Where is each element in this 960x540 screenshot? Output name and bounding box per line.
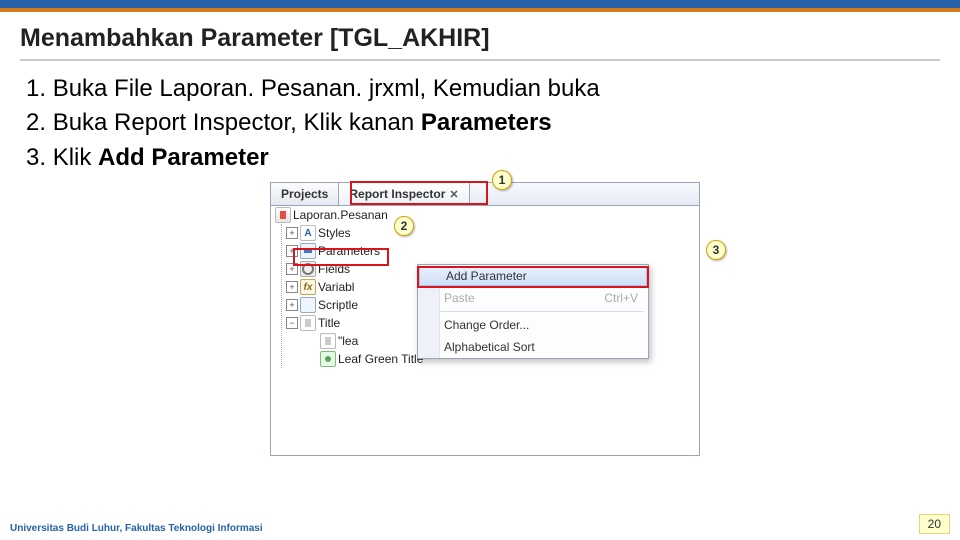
node-label: Scriptle [318,298,358,312]
leaf-icon [320,351,336,367]
expand-icon[interactable]: + [286,227,298,239]
screenshot: Projects Report Inspector ✕ Laporan.Pesa… [270,182,700,456]
tree-node-parameters[interactable]: + Parameters [282,242,699,260]
context-menu: Add Parameter Paste Ctrl+V Change Order.… [417,264,649,359]
node-label: Leaf Green Title [338,352,423,366]
callout-3: 3 [706,240,726,260]
menu-separator [422,311,644,312]
report-icon [275,207,291,223]
node-label: Fields [318,262,350,276]
menu-label: Change Order... [444,318,529,332]
styles-icon: A [300,225,316,241]
title-icon [300,315,316,331]
menu-shortcut: Ctrl+V [604,291,638,305]
node-label: Parameters [318,244,380,258]
menu-label: Alphabetical Sort [444,340,535,354]
tab-bar: Projects Report Inspector ✕ [270,182,700,206]
expand-icon[interactable]: + [286,299,298,311]
menu-change-order[interactable]: Change Order... [418,314,648,336]
tree-root[interactable]: Laporan.Pesanan [271,206,699,224]
step-1: Buka File Laporan. Pesanan. jrxml, Kemud… [26,73,940,105]
node-label: "lea [338,334,358,348]
scriptlet-icon [300,297,316,313]
step-list: Buka File Laporan. Pesanan. jrxml, Kemud… [26,73,940,174]
tab-report-inspector[interactable]: Report Inspector ✕ [339,183,469,205]
collapse-icon[interactable]: − [286,317,298,329]
menu-label: Paste [444,291,475,305]
slide-title: Menambahkan Parameter [TGL_AKHIR] [20,24,940,61]
tab-label: Report Inspector [349,187,445,201]
step-2: Buka Report Inspector, Klik kanan Parame… [26,107,940,139]
node-label: Styles [318,226,351,240]
tab-projects[interactable]: Projects [271,183,339,205]
tree-node-styles[interactable]: + A Styles [282,224,699,242]
variables-icon: fx [300,279,316,295]
menu-alpha-sort[interactable]: Alphabetical Sort [418,336,648,358]
footer-text: Universitas Budi Luhur, Fakultas Teknolo… [10,523,263,534]
expand-icon[interactable]: + [286,263,298,275]
expand-icon[interactable]: + [286,281,298,293]
text-icon [320,333,336,349]
step-3: Klik Add Parameter [26,142,940,174]
parameters-icon [300,243,316,259]
tab-label: Projects [281,187,328,201]
menu-paste: Paste Ctrl+V [418,287,648,309]
page-number: 20 [919,514,950,534]
menu-add-parameter[interactable]: Add Parameter [419,266,647,286]
close-icon[interactable]: ✕ [449,188,458,201]
menu-label: Add Parameter [446,269,527,283]
fields-icon [300,261,316,277]
tree-pane: Laporan.Pesanan + A Styles + Parameters … [270,206,700,456]
node-label: Variabl [318,280,354,294]
node-label: Title [318,316,340,330]
tree-root-label: Laporan.Pesanan [293,208,388,222]
expand-icon[interactable]: + [286,245,298,257]
